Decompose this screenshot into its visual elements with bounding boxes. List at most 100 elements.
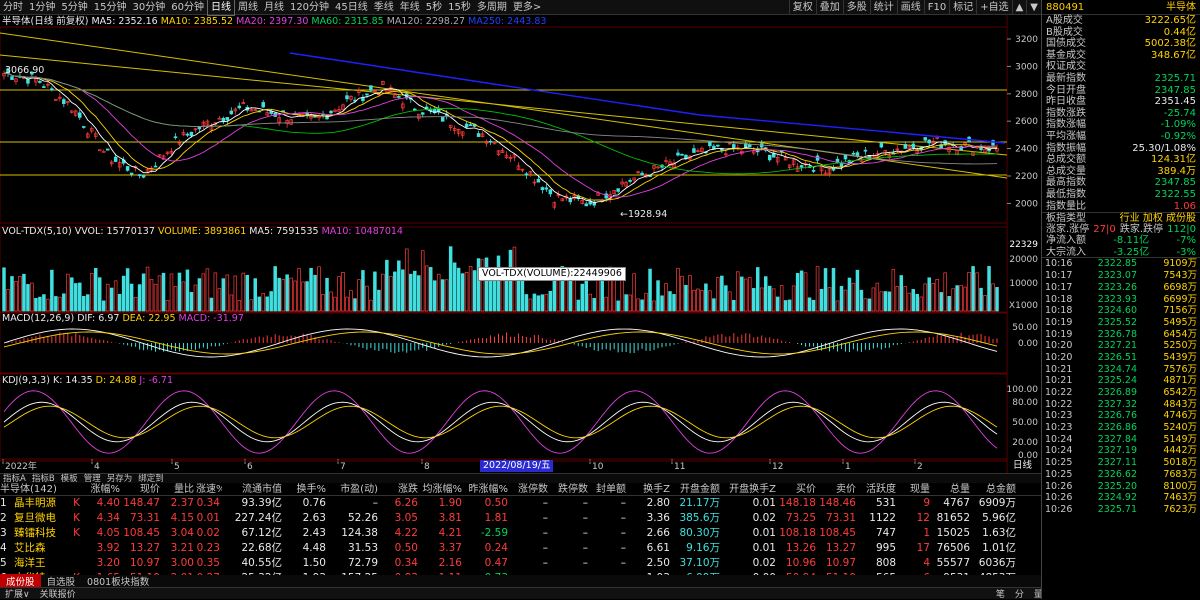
period-8[interactable]: 月线 [261, 0, 287, 15]
column-header[interactable]: 总量 [932, 483, 972, 495]
column-header[interactable]: 涨停数 [510, 483, 550, 495]
column-header[interactable]: 涨幅% [82, 483, 122, 495]
column-header[interactable]: 涨速% [196, 483, 222, 495]
table-row[interactable]: 2 复旦微电 K 4.34 73.31 4.15 0.01 227.24亿 2.63 52.26 3… [0, 511, 1041, 526]
period-3[interactable]: 15分钟 [91, 0, 130, 15]
indicator-tab-1[interactable]: 指标B [29, 474, 58, 484]
tick-row[interactable]: 10:23 2326.86 5240万 [1042, 422, 1200, 434]
bottom-tab-1[interactable]: 自选股 [41, 574, 82, 588]
column-header[interactable]: 换手Z [628, 483, 672, 495]
column-header[interactable]: 半导体(142) [0, 483, 62, 495]
tick-row[interactable]: 10:21 2324.74 7576万 [1042, 364, 1200, 376]
status-tab-1[interactable]: 分 [1010, 587, 1029, 600]
tick-row[interactable]: 10:22 2326.89 6542万 [1042, 387, 1200, 399]
period-2[interactable]: 5分钟 [58, 0, 90, 15]
indicator-tab-5[interactable]: 绑定到 [135, 474, 167, 484]
column-header[interactable]: 开盘换手Z [722, 483, 778, 495]
period-4[interactable]: 30分钟 [129, 0, 168, 15]
period-7[interactable]: 周线 [235, 0, 261, 15]
tick-row[interactable]: 10:25 2327.11 5018万 [1042, 457, 1200, 469]
column-header[interactable]: 封单额 [590, 483, 628, 495]
dea-line [3, 331, 998, 355]
table-row[interactable]: 1 晶丰明源 K 4.40 148.47 2.37 0.34 93.39亿 0.76 – 6.26 1… [0, 496, 1041, 511]
tick-row[interactable]: 10:26 2324.92 7463万 [1042, 492, 1200, 504]
period-1[interactable]: 1分钟 [26, 0, 58, 15]
status-tab-0[interactable]: 笔 [991, 587, 1010, 600]
tick-row[interactable]: 10:25 2326.62 7683万 [1042, 469, 1200, 481]
column-header[interactable]: 跌停数 [550, 483, 590, 495]
tick-row[interactable]: 10:17 2323.26 6698万 [1042, 282, 1200, 294]
tool-button-5[interactable]: F10 [923, 0, 949, 15]
period-15[interactable]: 多周期 [474, 0, 510, 15]
tool-button-9[interactable]: ▼ [1026, 0, 1041, 15]
tool-button-0[interactable]: 复权 [788, 0, 816, 15]
tick-row[interactable]: 10:19 2326.78 6454万 [1042, 329, 1200, 341]
period-6[interactable]: 日线 [206, 0, 235, 16]
board-type-value[interactable]: 行业 加权 成份股 [1120, 213, 1196, 224]
tick-row[interactable]: 10:24 2327.84 5149万 [1042, 434, 1200, 446]
period-14[interactable]: 15秒 [445, 0, 474, 15]
column-header[interactable]: 开盘金额 [672, 483, 722, 495]
tick-row[interactable]: 10:20 2326.51 5439万 [1042, 352, 1200, 364]
bottom-tab-0[interactable]: 成份股 [0, 574, 41, 588]
tick-row[interactable]: 10:18 2323.93 6699万 [1042, 294, 1200, 306]
column-header[interactable]: 量比 [162, 483, 196, 495]
tick-row[interactable]: 10:23 2326.76 4746万 [1042, 410, 1200, 422]
tick-row[interactable]: 10:26 2325.20 8100万 [1042, 481, 1200, 493]
period-5[interactable]: 60分钟 [168, 0, 207, 15]
status-item-1[interactable]: 关联报价 [35, 587, 81, 600]
column-header[interactable] [62, 483, 82, 495]
indicator-tab-0[interactable]: 指标A [0, 474, 29, 484]
tool-button-8[interactable]: ▲ [1011, 0, 1027, 15]
period-13[interactable]: 5秒 [423, 0, 445, 15]
tick-row[interactable]: 10:24 2327.19 4442万 [1042, 445, 1200, 457]
tool-button-4[interactable]: 画线 [896, 0, 924, 15]
column-header[interactable]: 活跃度 [858, 483, 898, 495]
bottom-tab-2[interactable]: 0801板块指数 [81, 574, 155, 588]
table-row[interactable]: 3 臻镭科技 K 4.05 108.45 3.04 0.02 67.12亿 2.43 124.38… [0, 526, 1041, 541]
tick-row[interactable]: 10:20 2327.21 5250万 [1042, 340, 1200, 352]
tool-button-2[interactable]: 多股 [842, 0, 870, 15]
column-header[interactable]: 总金额 [972, 483, 1018, 495]
tick-row[interactable]: 10:18 2324.60 7156万 [1042, 305, 1200, 317]
constituent-table[interactable]: 半导体(142) 涨幅%现价量比涨速%流通市值换手%市盈(动)涨跌均涨幅%昨涨幅%… [0, 483, 1041, 584]
period-10[interactable]: 45日线 [332, 0, 371, 15]
tick-row[interactable]: 10:19 2325.52 5495万 [1042, 317, 1200, 329]
table-row[interactable]: 5 海洋王 3.20 10.97 3.00 0.35 40.55亿 1.50 72.79 0.34… [0, 556, 1041, 571]
column-header[interactable]: 流通市值 [222, 483, 284, 495]
kline-chart[interactable]: 3200300028002600240022002000223292000010… [0, 15, 1041, 473]
indicator-tab-2[interactable]: 模板 [58, 474, 81, 484]
tool-button-6[interactable]: 标记 [949, 0, 976, 15]
column-header[interactable]: 换手% [284, 483, 328, 495]
tick-list[interactable]: 10:16 2322.85 9109万 10:17 2323.07 7543万 10:17 2… [1042, 258, 1200, 515]
period-16[interactable]: 更多> [510, 0, 544, 15]
indicator-tab-4[interactable]: 另存为 [104, 474, 136, 484]
indicator-tab-3[interactable]: 管理 [81, 474, 104, 484]
table-row[interactable]: 4 艾比森 3.92 13.27 3.21 0.23 22.68亿 4.48 31.53 0.50… [0, 541, 1041, 556]
tool-button-7[interactable]: +自选 [976, 0, 1011, 15]
column-header[interactable]: 市盈(动) [328, 483, 380, 495]
column-header[interactable]: 涨跌 [380, 483, 420, 495]
period-12[interactable]: 年线 [397, 0, 423, 15]
column-header[interactable]: 现量 [898, 483, 932, 495]
candle-body [397, 96, 401, 98]
status-item-0[interactable]: 扩展∨ [0, 587, 35, 600]
column-header[interactable]: 昨涨幅% [464, 483, 510, 495]
period-9[interactable]: 120分钟 [287, 0, 332, 15]
column-header[interactable]: 买价 [778, 483, 818, 495]
tick-row[interactable]: 10:26 2325.71 7623万 [1042, 504, 1200, 516]
column-header[interactable]: 均涨幅% [420, 483, 464, 495]
tool-button-3[interactable]: 统计 [869, 0, 897, 15]
volume-bar [26, 284, 30, 312]
tool-button-1[interactable]: 叠加 [815, 0, 843, 15]
column-header[interactable]: 卖价 [818, 483, 858, 495]
period-11[interactable]: 季线 [371, 0, 397, 15]
tick-row[interactable]: 10:17 2323.07 7543万 [1042, 270, 1200, 282]
chart-area[interactable]: 3200 3000 2800 2600 2400 2200 2000 22329 20000 10… [0, 15, 1041, 473]
period-0[interactable]: 分时 [0, 0, 26, 15]
column-header[interactable]: 现价 [122, 483, 162, 495]
tick-row[interactable]: 10:16 2322.85 9109万 [1042, 258, 1200, 270]
tick-row[interactable]: 10:22 2327.32 4843万 [1042, 399, 1200, 411]
volume-bar [273, 266, 277, 312]
tick-row[interactable]: 10:21 2325.24 4871万 [1042, 375, 1200, 387]
